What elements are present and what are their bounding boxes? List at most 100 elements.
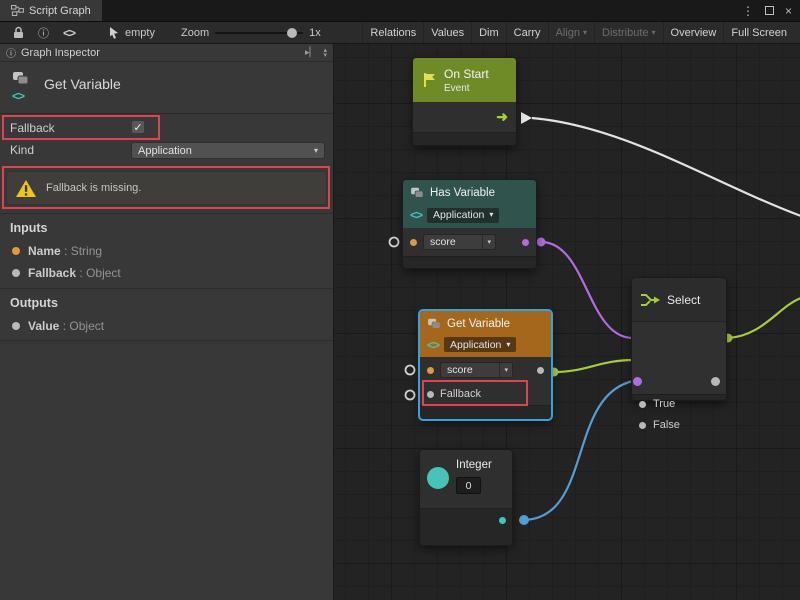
output-dot[interactable] <box>522 239 529 246</box>
dim-button[interactable]: Dim <box>471 22 506 43</box>
divider <box>0 288 333 289</box>
node-has-variable[interactable]: Has Variable <> Application ▾ score ▾ <box>403 180 536 268</box>
node-title: Select <box>667 293 700 307</box>
input-dot[interactable] <box>427 367 434 374</box>
getvariable-name-port[interactable] <box>406 366 415 375</box>
hasvariable-name-port[interactable] <box>390 238 399 247</box>
on-start-header: On Start Event <box>413 58 516 102</box>
node-footer <box>420 405 551 419</box>
kind-dropdown-value: Application <box>138 145 192 157</box>
node-title: Has Variable <box>430 187 495 199</box>
graph-inspector-panel: ⓘ Graph Inspector ▸▏ ▴▾ <> Get Variable … <box>0 44 334 600</box>
node-title: Integer <box>456 459 492 471</box>
check-icon: ✓ <box>133 121 142 134</box>
chevron-down-icon: ▾ <box>583 29 587 37</box>
wire-getvariable-select <box>554 360 634 372</box>
output-dot[interactable] <box>537 367 544 374</box>
has-variable-name-row: score ▾ <box>403 228 536 256</box>
info-icon: ⓘ <box>6 45 16 60</box>
integer-output-port[interactable] <box>519 515 529 525</box>
variable-name-dropdown[interactable]: score ▾ <box>423 234 496 250</box>
true-input-dot[interactable] <box>639 401 646 408</box>
pointer-icon <box>108 26 120 39</box>
dock-icon[interactable]: ▸▏ <box>305 47 316 58</box>
select-header: Select <box>632 278 726 322</box>
menu-icon[interactable]: ⋮ <box>742 4 754 18</box>
input-row-name: Name : String <box>12 244 102 258</box>
port-type-dot <box>12 247 20 255</box>
variable-name-dropdown[interactable]: score ▾ <box>440 362 513 378</box>
warning-box: Fallback is missing. <box>6 171 327 205</box>
output-row-value: Value : Object <box>12 319 104 333</box>
onstart-output-port[interactable] <box>521 112 532 124</box>
selection-output-dot[interactable] <box>711 377 720 386</box>
getvariable-fallback-port[interactable] <box>406 391 415 400</box>
tab-script-graph[interactable]: Script Graph <box>0 0 102 21</box>
values-button[interactable]: Values <box>423 22 471 43</box>
overview-button[interactable]: Overview <box>663 22 724 43</box>
close-icon[interactable]: × <box>785 4 792 18</box>
node-title: Get Variable <box>447 318 510 330</box>
toolbar-buttons: Relations Values Dim Carry Align▾ Distri… <box>362 22 794 43</box>
node-on-start[interactable]: On Start Event ➜ <box>413 58 516 145</box>
lock-icon[interactable] <box>6 22 31 43</box>
carry-button[interactable]: Carry <box>506 22 548 43</box>
integer-type-icon <box>427 467 449 489</box>
kind-field-label: Kind <box>10 143 34 157</box>
divider <box>0 340 333 341</box>
has-variable-header: Has Variable <> Application ▾ <box>403 180 536 228</box>
node-get-variable[interactable]: Get Variable <> Application ▾ score ▾ Fa <box>420 311 551 419</box>
fallback-port-label: Fallback <box>440 388 481 400</box>
integer-value-field[interactable]: 0 <box>456 477 481 494</box>
node-select[interactable]: Select True False <box>632 278 726 400</box>
align-button: Align▾ <box>548 22 594 43</box>
node-footer <box>403 256 536 268</box>
graph-source-group[interactable]: empty <box>108 26 155 39</box>
maximize-icon[interactable] <box>765 6 774 15</box>
chevron-down-icon: ▾ <box>499 363 512 377</box>
scope-dropdown[interactable]: Application ▾ <box>427 208 499 223</box>
node-footer <box>420 508 512 545</box>
inspected-node-title-block: <> Get Variable <box>0 62 333 114</box>
hasvariable-output-port[interactable] <box>537 238 546 247</box>
select-true-row: True <box>639 398 675 410</box>
true-label: True <box>653 398 675 410</box>
port-type-dot <box>12 269 20 277</box>
zoom-value: 1x <box>309 27 321 39</box>
node-subtitle: Event <box>444 83 489 94</box>
fullscreen-button[interactable]: Full Screen <box>723 22 794 43</box>
node-title: On Start <box>444 67 489 81</box>
code-icon: <> <box>12 89 24 103</box>
flow-arrow-icon: ➜ <box>496 109 508 126</box>
scope-dropdown[interactable]: Application ▾ <box>444 337 516 352</box>
node-integer[interactable]: Integer 0 <box>420 450 512 545</box>
zoom-group: Zoom 1x <box>181 27 321 39</box>
scroll-arrows-icon[interactable]: ▴▾ <box>323 48 327 58</box>
zoom-slider-knob[interactable] <box>287 28 297 38</box>
zoom-slider[interactable] <box>215 28 303 38</box>
false-input-dot[interactable] <box>639 422 646 429</box>
get-variable-fallback-row: Fallback <box>420 383 551 405</box>
condition-input-dot[interactable] <box>633 377 642 386</box>
relations-button[interactable]: Relations <box>362 22 423 43</box>
chevron-down-icon: ▾ <box>489 211 493 219</box>
get-variable-name-row: score ▾ <box>420 357 551 383</box>
zoom-label: Zoom <box>181 27 209 39</box>
port-type-dot <box>12 322 20 330</box>
input-dot[interactable] <box>427 391 434 398</box>
inspected-node-title: Get Variable <box>44 76 121 92</box>
distribute-button: Distribute▾ <box>594 22 662 43</box>
output-dot[interactable] <box>499 517 506 524</box>
chevron-down-icon: ▾ <box>506 341 510 349</box>
code-view-icon[interactable]: <> <box>56 22 82 43</box>
kind-dropdown[interactable]: Application ▾ <box>131 142 325 159</box>
false-label: False <box>653 419 680 431</box>
inputs-header: Inputs <box>10 221 48 235</box>
input-dot[interactable] <box>410 239 417 246</box>
info-toggle-icon[interactable]: ⓘ <box>31 22 56 43</box>
code-icon: <> <box>427 338 439 352</box>
fallback-checkbox[interactable]: ✓ <box>131 120 145 134</box>
graph-canvas[interactable]: On Start Event ➜ Has Variable <> Applica… <box>335 44 800 600</box>
wire-onstart <box>532 118 800 216</box>
script-graph-icon <box>11 5 24 16</box>
